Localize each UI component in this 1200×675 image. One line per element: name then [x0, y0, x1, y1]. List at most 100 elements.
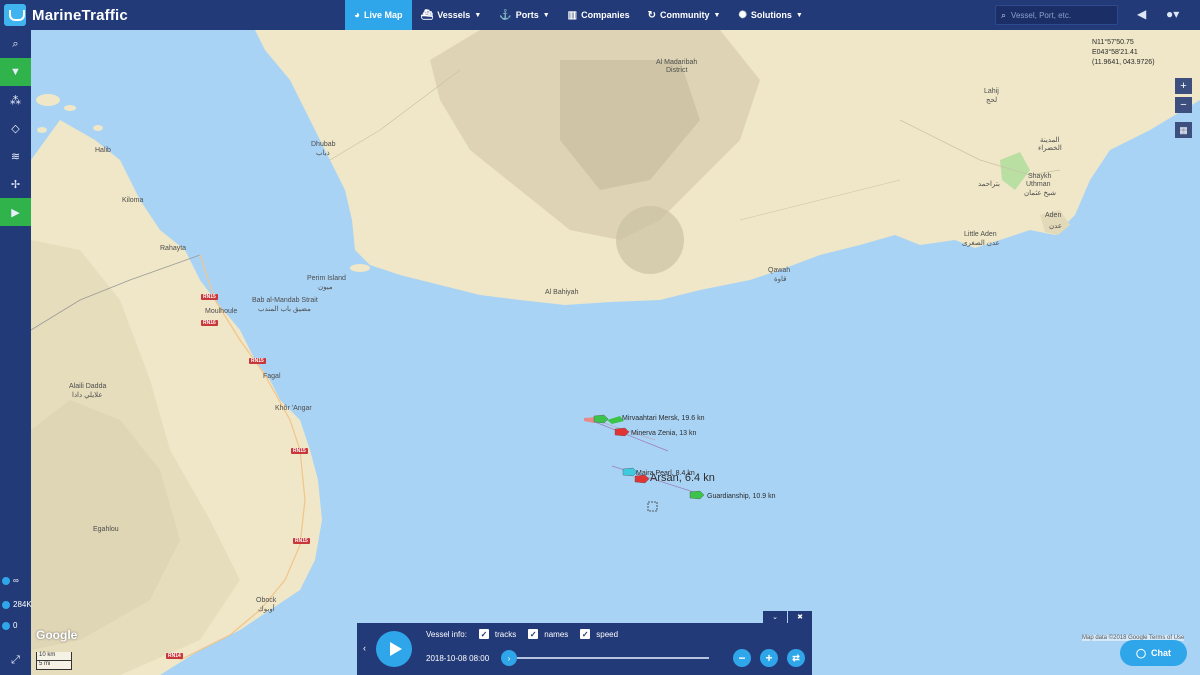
- density-tool-button[interactable]: ⁂: [0, 86, 31, 114]
- road-shield: RN14: [166, 653, 183, 659]
- main-nav: ◕ Live Map ⛴ Vessels ▼ ⚓ Ports ▼ ▥ Companies ↻ Comm…: [345, 0, 812, 30]
- map-canvas[interactable]: Halib Kiloma Rahayta Perim Island ميون Bab al…: [31, 30, 1200, 675]
- search-tool-button[interactable]: ⌕: [0, 30, 31, 58]
- place-label: المدينة: [1040, 137, 1060, 144]
- panel-close-button[interactable]: ✖: [788, 611, 812, 623]
- nav-solutions[interactable]: ✺ Solutions ▼: [729, 0, 811, 30]
- fullscreen-button[interactable]: ⤢: [0, 646, 31, 674]
- road-shield: RN15: [293, 538, 310, 544]
- vessel-marker[interactable]: [614, 427, 630, 437]
- timeline-track[interactable]: [517, 657, 709, 659]
- place-label: مضيق باب المندب: [258, 306, 311, 313]
- names-label: names: [544, 629, 569, 639]
- chevron-left-icon[interactable]: ‹: [363, 643, 366, 653]
- layers-tool-button[interactable]: ◇: [0, 114, 31, 142]
- caret-down-icon: ▼: [795, 11, 803, 19]
- place-label: أوبوك: [258, 606, 275, 613]
- megaphone-icon[interactable]: ◀: [1137, 7, 1146, 21]
- map-type-button[interactable]: ▦: [1175, 122, 1192, 138]
- nav-label: Live Map: [364, 10, 403, 20]
- nav-vessels[interactable]: ⛴ Vessels ▼: [412, 0, 491, 30]
- zoom-in-button[interactable]: +: [1175, 78, 1192, 94]
- place-label: عدن: [1049, 223, 1062, 230]
- refresh-stat[interactable]: ∞: [2, 576, 19, 585]
- place-label: Uthman: [1026, 181, 1051, 188]
- place-label: عدن الصغرى: [962, 240, 1000, 247]
- nav-companies[interactable]: ▥ Companies: [559, 0, 639, 30]
- vessel-label[interactable]: Arsan, 6.4 kn: [650, 472, 715, 484]
- cluster-icon: ⁂: [10, 94, 21, 107]
- measure-tool-button[interactable]: ✢: [0, 170, 31, 198]
- chat-button[interactable]: ◯ Chat: [1120, 640, 1187, 666]
- filter-tool-button[interactable]: ▼: [0, 58, 31, 86]
- brand-name: MarineTraffic: [32, 6, 128, 24]
- place-label: District: [666, 67, 688, 74]
- playback-panel: ‹ Vessel info: ✓ tracks ✓ names ✓ speed …: [357, 623, 812, 675]
- place-label: Khôr 'Angar: [275, 405, 312, 412]
- vessel-label[interactable]: Guardianship, 10.9 kn: [707, 493, 776, 500]
- place-label: Egahlou: [93, 526, 119, 533]
- playback-tool-button[interactable]: ▶: [0, 198, 31, 226]
- refresh-value: ∞: [13, 576, 19, 585]
- caret-down-icon: ▼: [713, 11, 721, 19]
- place-label: Qawah: [768, 267, 791, 274]
- wind-icon: ≋: [10, 150, 21, 163]
- place-label: Little Aden: [964, 231, 997, 238]
- nav-community[interactable]: ↻ Community ▼: [639, 0, 730, 30]
- caret-down-icon: ▼: [542, 11, 550, 19]
- search-icon: ⌕: [1001, 9, 1007, 20]
- refresh-icon: [2, 576, 10, 585]
- road-shield: RN15: [291, 448, 308, 454]
- place-label: Fagal: [263, 373, 281, 380]
- anchor-icon: ⚓: [499, 9, 512, 21]
- play-button[interactable]: [376, 631, 412, 667]
- tracks-checkbox[interactable]: ✓: [478, 629, 489, 639]
- scale-mi: 5 mi: [36, 661, 72, 670]
- nav-label: Solutions: [750, 10, 792, 20]
- panel-collapse-button[interactable]: ⌄: [763, 611, 787, 623]
- vessel-marker[interactable]: [689, 490, 705, 500]
- search-box[interactable]: ⌕: [995, 5, 1118, 25]
- top-navigation-bar: MarineTraffic ◕ Live Map ⛴ Vessels ▼ ⚓ Ports ▼ ▥…: [0, 0, 1200, 30]
- names-checkbox[interactable]: ✓: [528, 629, 539, 639]
- nav-label: Community: [660, 10, 710, 20]
- place-label: Halib: [95, 147, 111, 154]
- vessel-label[interactable]: Minerva Zenia, 13 kn: [631, 430, 696, 437]
- nav-label: Ports: [515, 10, 539, 20]
- filter-icon: ▼: [10, 66, 21, 78]
- target-icon: [2, 621, 10, 630]
- vessel-marker[interactable]: [634, 474, 650, 484]
- swap-direction-button[interactable]: ⇄: [787, 649, 805, 667]
- speed-increase-button[interactable]: +: [760, 649, 778, 667]
- place-label: علايلي دادا: [72, 392, 103, 399]
- brand-logo-icon: [4, 4, 26, 26]
- info-icon: [2, 600, 10, 609]
- place-label: بتراحمد: [978, 181, 1000, 188]
- vessel-marker[interactable]: [593, 414, 609, 424]
- vessel-info-options: Vessel info: ✓ tracks ✓ names ✓ speed: [426, 629, 618, 639]
- place-label: ميون: [318, 284, 333, 291]
- nav-ports[interactable]: ⚓ Ports ▼: [490, 0, 558, 30]
- building-icon: ▥: [567, 9, 578, 21]
- chevron-down-icon: ⌄: [772, 614, 778, 621]
- longitude: E043°58'21.41: [1092, 49, 1138, 56]
- nav-live-map[interactable]: ◕ Live Map: [345, 0, 412, 30]
- zoom-out-button[interactable]: −: [1175, 97, 1192, 113]
- timeline-handle[interactable]: ›: [501, 650, 517, 666]
- search-input[interactable]: [1011, 10, 1112, 20]
- fullscreen-icon: ⤢: [11, 653, 20, 666]
- measure-icon: ✢: [10, 178, 21, 191]
- scale-km: 10 km: [36, 652, 72, 661]
- vessel-label[interactable]: Mirvaahtari Mersk, 19.6 kn: [622, 415, 704, 422]
- decimal-coordinates: (11.9641, 043.9726): [1092, 59, 1155, 66]
- speed-checkbox[interactable]: ✓: [580, 629, 591, 639]
- place-label: Bab al-Mandab Strait: [252, 297, 318, 304]
- speed-decrease-button[interactable]: −: [733, 649, 751, 667]
- map-scale: 10 km 5 mi: [36, 652, 72, 670]
- map-background: [31, 30, 1200, 675]
- weather-tool-button[interactable]: ≋: [0, 142, 31, 170]
- brand[interactable]: MarineTraffic: [4, 0, 128, 30]
- place-label: الخضراء: [1038, 145, 1062, 152]
- latitude: N11°57'50.75: [1092, 39, 1134, 46]
- user-icon[interactable]: ●▾: [1166, 7, 1179, 21]
